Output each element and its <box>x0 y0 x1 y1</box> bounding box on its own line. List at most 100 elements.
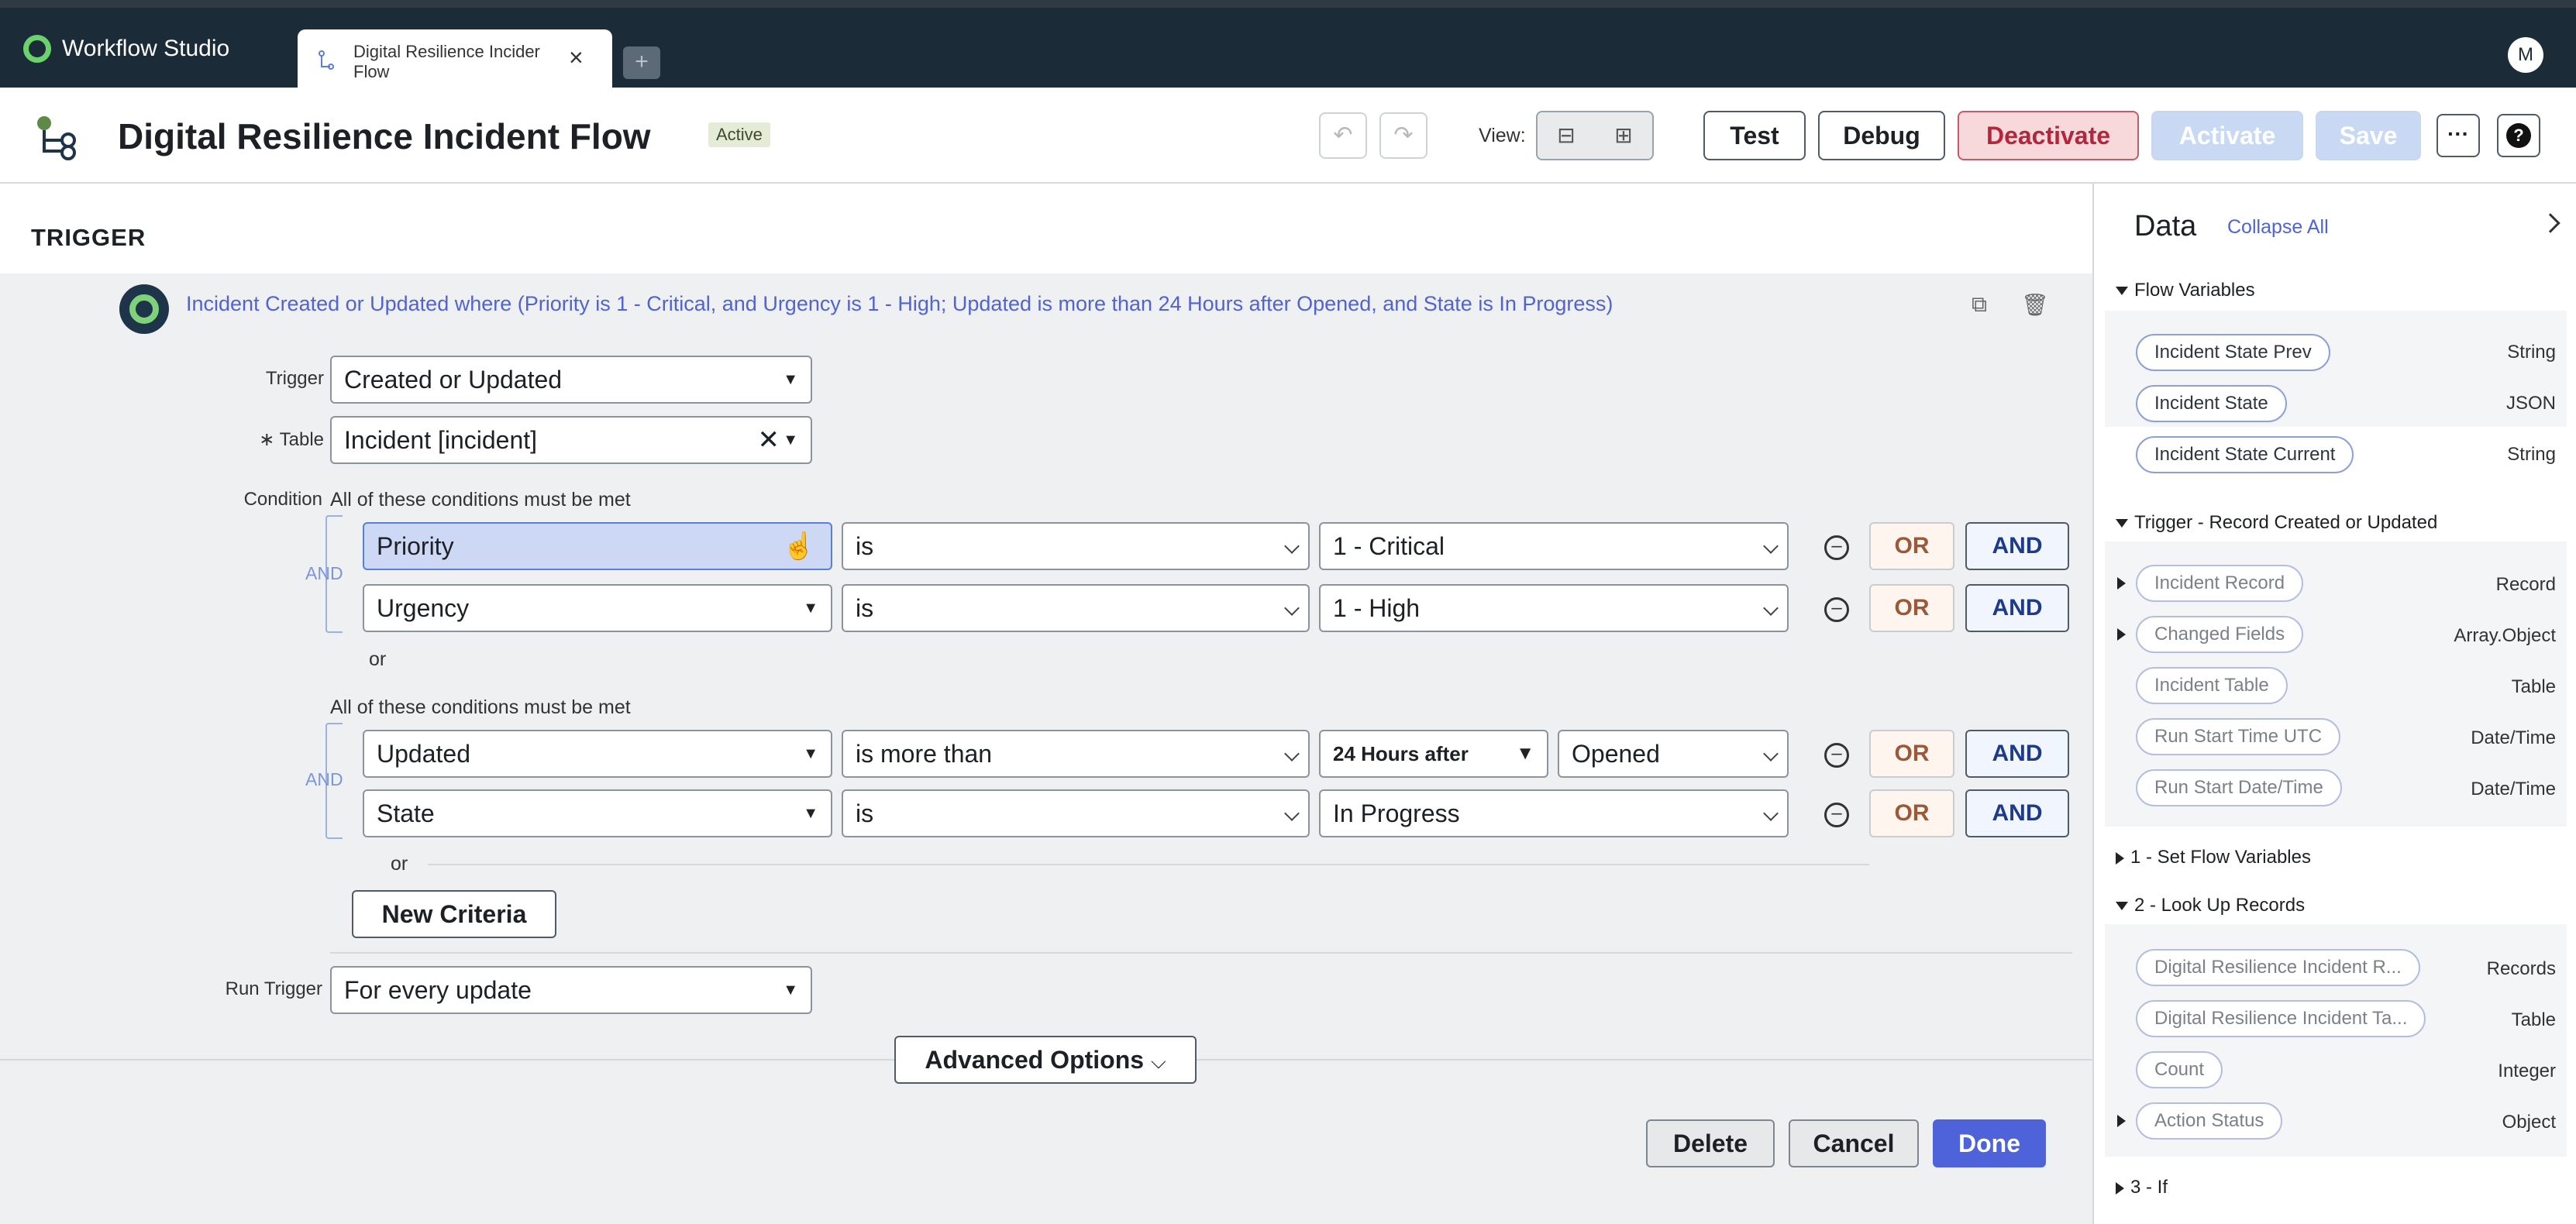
and-connector: AND <box>305 769 343 789</box>
tab-title: Digital Resilience Incider Flow <box>353 42 540 81</box>
data-pill[interactable]: Run Start Time UTC <box>2136 718 2341 755</box>
help-icon: ? <box>2506 123 2531 148</box>
caret-down-icon: ▼ <box>1516 743 1534 764</box>
and-button[interactable]: AND <box>1965 584 2069 632</box>
collapse-all-link[interactable]: Collapse All <box>2227 216 2329 239</box>
data-pill[interactable]: Changed Fields <box>2136 616 2304 653</box>
data-pill[interactable]: Incident State Prev <box>2136 334 2330 371</box>
avatar[interactable]: M <box>2508 37 2543 73</box>
condition-value-select[interactable]: 1 - High <box>1319 584 1789 632</box>
trigger-select[interactable]: Created or Updated ▼ <box>330 356 812 404</box>
condition-value-select[interactable]: Opened <box>1558 730 1789 778</box>
condition-field-select[interactable]: State ▼ <box>363 789 832 837</box>
tab-flow[interactable]: Digital Resilience Incider Flow × <box>298 29 612 95</box>
section-look-up-records[interactable]: 2 - Look Up Records <box>2116 895 2305 916</box>
remove-condition-icon[interactable]: – <box>1824 803 1849 827</box>
more-menu-button[interactable]: ··· <box>2437 114 2480 157</box>
section-set-flow-variables[interactable]: 1 - Set Flow Variables <box>2116 847 2311 868</box>
data-type: Date/Time <box>2471 779 2556 799</box>
condition-operator-select[interactable]: is <box>842 522 1310 570</box>
copy-icon[interactable]: ⧉ <box>1972 292 1987 318</box>
or-button[interactable]: OR <box>1869 584 1954 632</box>
time-qualifier-select[interactable]: 24 Hours after ▼ <box>1319 730 1548 778</box>
condition-value-select[interactable]: In Progress <box>1319 789 1789 837</box>
expand-icon[interactable] <box>2117 577 2126 590</box>
chevron-down-icon: ⌵ <box>1150 1050 1166 1073</box>
and-button[interactable]: AND <box>1965 522 2069 570</box>
remove-condition-icon[interactable]: – <box>1824 535 1849 560</box>
or-button[interactable]: OR <box>1869 789 1954 837</box>
caret-down-icon: ▼ <box>803 745 818 762</box>
data-pill[interactable]: Incident Table <box>2136 667 2288 704</box>
new-criteria-button[interactable]: New Criteria <box>352 890 556 938</box>
expand-icon[interactable] <box>2117 628 2126 641</box>
caret-right-icon <box>2116 851 2124 865</box>
view-toggle: ⊟ ⊞ <box>1536 111 1654 160</box>
activate-button[interactable]: Activate <box>2151 111 2303 160</box>
data-type: Records <box>2486 958 2556 979</box>
section-flow-variables[interactable]: Flow Variables <box>2116 280 2255 301</box>
save-button[interactable]: Save <box>2316 111 2421 160</box>
data-pill[interactable]: Digital Resilience Incident R... <box>2136 949 2420 986</box>
test-button[interactable]: Test <box>1703 111 1806 160</box>
deactivate-button[interactable]: Deactivate <box>1958 111 2139 160</box>
data-pill[interactable]: Incident Record <box>2136 565 2304 602</box>
grid-view-icon[interactable]: ⊞ <box>1595 112 1652 159</box>
remove-condition-icon[interactable]: – <box>1824 743 1849 768</box>
data-pill[interactable]: Run Start Date/Time <box>2136 769 2342 806</box>
data-pill[interactable]: Incident State Current <box>2136 436 2354 473</box>
section-trigger[interactable]: Trigger - Record Created or Updated <box>2116 512 2437 534</box>
section-if[interactable]: 3 - If <box>2116 1177 2168 1198</box>
condition-operator-select[interactable]: is more than <box>842 730 1310 778</box>
app-logo-icon <box>23 35 51 63</box>
or-separator: or <box>369 648 387 670</box>
condition-operator-select[interactable]: is <box>842 789 1310 837</box>
condition-field-select[interactable]: Priority ☝ <box>363 522 832 570</box>
delete-button[interactable]: Delete <box>1646 1119 1775 1167</box>
close-tab-icon[interactable]: × <box>569 43 584 72</box>
trigger-editor: TRIGGER Incident Created or Updated wher… <box>0 184 2092 1224</box>
done-button[interactable]: Done <box>1933 1119 2046 1167</box>
app-brand[interactable]: Workflow Studio <box>23 29 229 68</box>
and-button[interactable]: AND <box>1965 789 2069 837</box>
chevron-down-icon <box>1763 746 1779 762</box>
trash-icon[interactable]: 🗑 <box>2021 292 2049 318</box>
and-button[interactable]: AND <box>1965 730 2069 778</box>
tree-view-icon[interactable]: ⊟ <box>1538 112 1595 159</box>
clear-icon[interactable]: ✕ <box>758 418 780 462</box>
data-pill[interactable]: Action Status <box>2136 1102 2283 1140</box>
view-label: View: <box>1479 125 1526 146</box>
undo-button[interactable]: ↶ <box>1319 112 1367 159</box>
run-trigger-select[interactable]: For every update ▼ <box>330 966 812 1014</box>
caret-right-icon <box>2116 1181 2124 1195</box>
data-type: Integer <box>2498 1061 2556 1081</box>
condition-label: Condition <box>243 489 322 510</box>
caret-down-icon: ▼ <box>803 600 818 617</box>
data-pill[interactable]: Count <box>2136 1051 2223 1088</box>
redo-button[interactable]: ↷ <box>1379 112 1427 159</box>
chevron-right-icon[interactable] <box>2540 213 2561 233</box>
debug-button[interactable]: Debug <box>1818 111 1945 160</box>
status-badge: Active <box>708 122 770 147</box>
condition-value-select[interactable]: 1 - Critical <box>1319 522 1789 570</box>
remove-condition-icon[interactable]: – <box>1824 597 1849 622</box>
data-pill[interactable]: Incident State <box>2136 385 2287 422</box>
expand-icon[interactable] <box>2117 1115 2126 1127</box>
or-button[interactable]: OR <box>1869 730 1954 778</box>
chevron-down-icon <box>1284 746 1300 762</box>
data-type: String <box>2507 444 2556 465</box>
or-button[interactable]: OR <box>1869 522 1954 570</box>
condition-field-select[interactable]: Urgency ▼ <box>363 584 832 632</box>
caret-down-icon: ▼ <box>783 371 798 388</box>
trigger-summary[interactable]: Incident Created or Updated where (Prior… <box>186 292 1613 316</box>
help-button[interactable]: ? <box>2497 114 2540 157</box>
data-pill[interactable]: Digital Resilience Incident Ta... <box>2136 1000 2426 1037</box>
chevron-down-icon <box>1284 600 1300 616</box>
trigger-label: Trigger <box>265 368 324 389</box>
advanced-options-button[interactable]: Advanced Options ⌵ <box>894 1036 1197 1084</box>
table-select[interactable]: Incident [incident] ✕ ▼ <box>330 416 812 464</box>
new-tab-button[interactable]: + <box>623 46 660 79</box>
cancel-button[interactable]: Cancel <box>1789 1119 1919 1167</box>
condition-field-select[interactable]: Updated ▼ <box>363 730 832 778</box>
condition-operator-select[interactable]: is <box>842 584 1310 632</box>
